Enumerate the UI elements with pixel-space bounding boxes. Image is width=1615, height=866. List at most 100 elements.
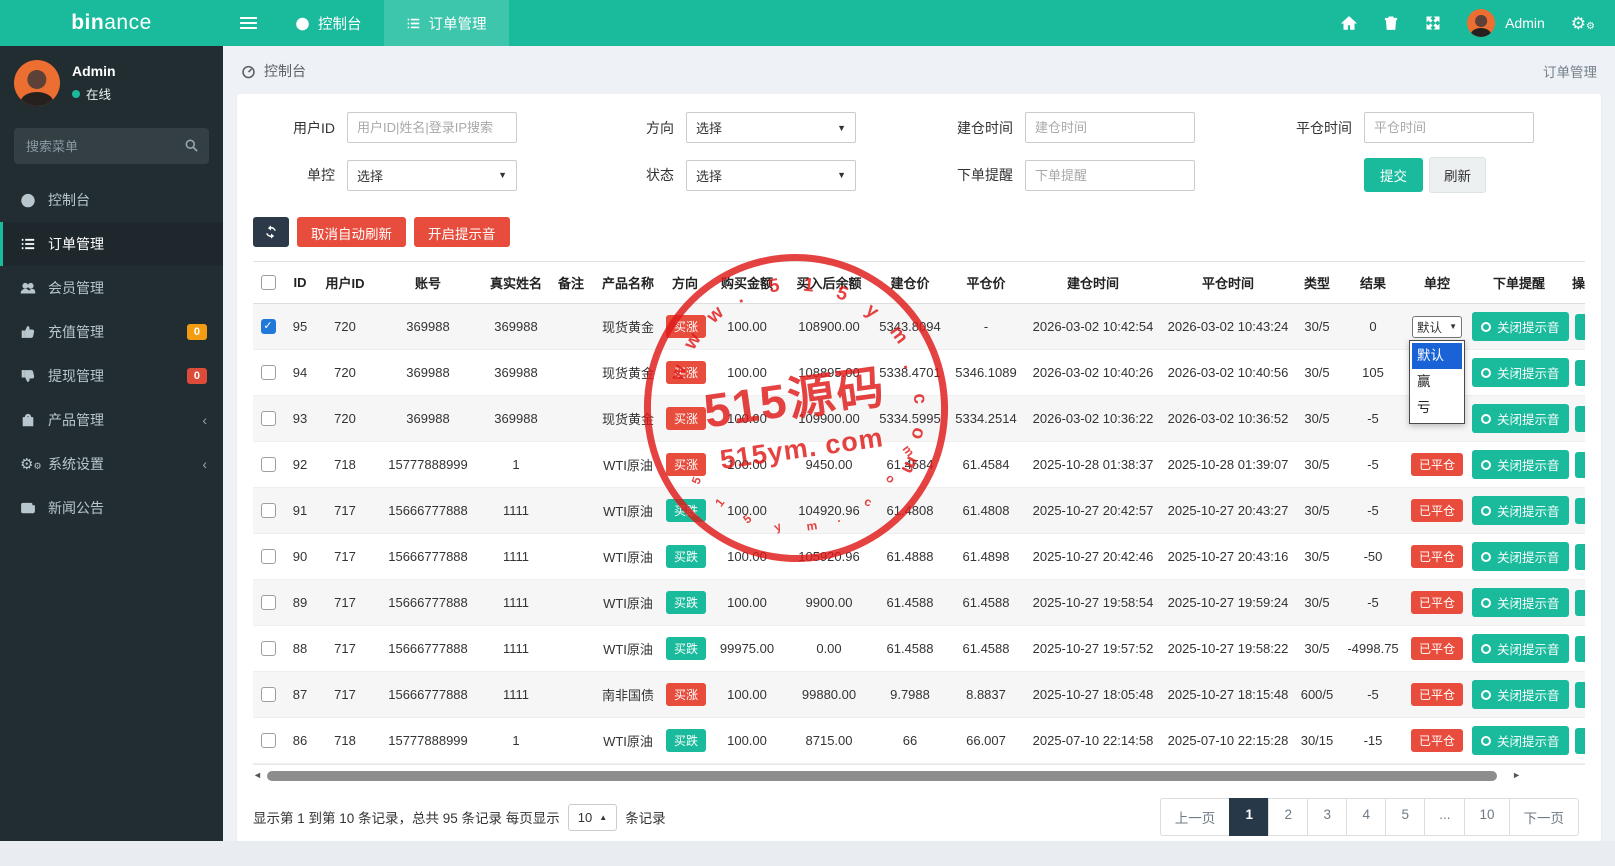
sidebar-item-系统设置[interactable]: ⚙⚙ 系统设置 ‹: [0, 442, 223, 486]
scroll-left-arrow-icon[interactable]: ◄: [253, 770, 262, 780]
horizontal-scrollbar[interactable]: ◄ ►: [253, 770, 1585, 782]
row-checkbox[interactable]: [260, 733, 276, 748]
breadcrumb: 控制台 订单管理: [223, 46, 1615, 94]
search-icon[interactable]: [184, 138, 199, 153]
edit-button[interactable]: ✎: [1575, 635, 1585, 662]
row-checkbox[interactable]: [260, 549, 276, 564]
mute-sound-button[interactable]: 关闭提示音: [1472, 358, 1569, 387]
column-header[interactable]: 产品名称: [593, 261, 663, 304]
mute-sound-button[interactable]: 关闭提示音: [1472, 634, 1569, 663]
direction-select[interactable]: 选择 ▼: [686, 112, 856, 143]
row-checkbox[interactable]: [260, 595, 276, 610]
scroll-right-arrow-icon[interactable]: ►: [1512, 770, 1521, 780]
pagination-page[interactable]: 10: [1464, 798, 1510, 836]
menu-search-input[interactable]: [14, 128, 209, 164]
edit-button[interactable]: ✎: [1575, 543, 1585, 570]
column-header[interactable]: 账号: [373, 261, 483, 304]
cancel-auto-refresh-button[interactable]: 取消自动刷新: [297, 217, 406, 247]
control-select[interactable]: 默认 ▼: [1412, 315, 1462, 338]
row-checkbox[interactable]: [260, 503, 276, 518]
row-checkbox[interactable]: ✓: [260, 319, 276, 334]
edit-button[interactable]: ✎: [1575, 497, 1585, 524]
column-header[interactable]: 平仓价: [949, 261, 1023, 304]
mute-sound-button[interactable]: 关闭提示音: [1472, 450, 1569, 479]
status-select[interactable]: 选择 ▼: [686, 159, 856, 191]
column-header[interactable]: 结果: [1341, 261, 1405, 304]
auto-refresh-button[interactable]: [253, 217, 289, 247]
home-icon[interactable]: [1341, 15, 1358, 31]
column-header[interactable]: 建仓时间: [1023, 261, 1163, 304]
control-option[interactable]: 默认: [1412, 342, 1462, 369]
user-id-input[interactable]: [347, 112, 517, 143]
mute-sound-button[interactable]: 关闭提示音: [1472, 542, 1569, 571]
sidebar-item-提现管理[interactable]: 提现管理 0: [0, 354, 223, 398]
pagination-page[interactable]: 4: [1346, 798, 1387, 836]
column-header[interactable]: 类型: [1293, 261, 1341, 304]
edit-button[interactable]: ✎: [1575, 727, 1585, 754]
column-header[interactable]: ID: [283, 261, 317, 304]
enable-sound-button[interactable]: 开启提示音: [414, 217, 510, 247]
refresh-button[interactable]: 刷新: [1429, 157, 1486, 193]
mute-sound-button[interactable]: 关闭提示音: [1472, 588, 1569, 617]
sidebar-item-控制台[interactable]: 控制台: [0, 178, 223, 222]
open-time-input[interactable]: [1025, 112, 1195, 143]
pagination-next[interactable]: 下一页: [1508, 798, 1579, 836]
column-header[interactable]: 真实姓名: [483, 261, 549, 304]
column-header[interactable]: 备注: [549, 261, 593, 304]
select-all-checkbox[interactable]: [260, 275, 276, 290]
user-menu[interactable]: Admin: [1467, 9, 1545, 37]
mute-sound-button[interactable]: 关闭提示音: [1472, 404, 1569, 433]
row-checkbox[interactable]: [260, 365, 276, 380]
edit-button[interactable]: ✎: [1575, 589, 1585, 616]
brand-logo[interactable]: bin ance: [0, 0, 223, 46]
control-option[interactable]: 赢: [1412, 369, 1462, 395]
trash-icon[interactable]: [1383, 15, 1399, 31]
pagination-page[interactable]: 1: [1229, 798, 1270, 836]
row-checkbox[interactable]: [260, 457, 276, 472]
pagination-page[interactable]: 3: [1307, 798, 1348, 836]
sidebar-item-会员管理[interactable]: 会员管理: [0, 266, 223, 310]
mute-sound-button[interactable]: 关闭提示音: [1472, 312, 1569, 341]
scrollbar-thumb[interactable]: [267, 771, 1497, 781]
edit-button[interactable]: ✎: [1575, 359, 1585, 386]
pagination-page[interactable]: 5: [1385, 798, 1426, 836]
fullscreen-icon[interactable]: [1425, 15, 1441, 31]
row-checkbox[interactable]: [260, 411, 276, 426]
close-time-input[interactable]: [1364, 112, 1534, 143]
pagination-page[interactable]: 2: [1268, 798, 1309, 836]
sidebar-item-新闻公告[interactable]: 新闻公告: [0, 486, 223, 530]
edit-button[interactable]: ✎: [1575, 451, 1585, 478]
column-header[interactable]: 方向: [663, 261, 707, 304]
remind-input[interactable]: [1025, 159, 1195, 191]
mute-sound-button[interactable]: 关闭提示音: [1472, 496, 1569, 525]
sidebar-item-充值管理[interactable]: 充值管理 0: [0, 310, 223, 354]
pagination-page[interactable]: ...: [1424, 798, 1466, 836]
hamburger-menu-icon[interactable]: [223, 0, 273, 46]
row-checkbox[interactable]: [260, 641, 276, 656]
control-option[interactable]: 亏: [1412, 395, 1462, 421]
top-nav-active-item[interactable]: 订单管理: [383, 0, 509, 46]
control-filter-select[interactable]: 选择 ▼: [347, 159, 517, 191]
column-header[interactable]: 单控: [1405, 261, 1469, 304]
edit-button[interactable]: ✎: [1575, 313, 1585, 340]
column-header[interactable]: 下单提醒: [1469, 261, 1569, 304]
pagination-prev[interactable]: 上一页: [1159, 798, 1231, 836]
cell-open: 66: [871, 717, 949, 764]
column-header[interactable]: 购买金额: [707, 261, 787, 304]
mute-sound-button[interactable]: 关闭提示音: [1472, 680, 1569, 709]
sidebar-item-产品管理[interactable]: 产品管理 ‹: [0, 398, 223, 442]
settings-gears-icon[interactable]: ⚙⚙: [1571, 15, 1595, 32]
row-checkbox[interactable]: [260, 687, 276, 702]
submit-button[interactable]: 提交: [1364, 158, 1423, 192]
column-header[interactable]: 平仓时间: [1163, 261, 1293, 304]
page-size-select[interactable]: 10 ▲: [567, 803, 618, 831]
column-header[interactable]: 用户ID: [317, 261, 373, 304]
column-header[interactable]: 买入后余额: [787, 261, 871, 304]
cell-uid: 717: [317, 625, 373, 672]
sidebar-item-订单管理[interactable]: 订单管理: [0, 222, 223, 266]
mute-sound-button[interactable]: 关闭提示音: [1472, 726, 1569, 755]
top-nav-item[interactable]: 控制台: [273, 0, 384, 46]
edit-button[interactable]: ✎: [1575, 681, 1585, 708]
column-header[interactable]: 建仓价: [871, 261, 949, 304]
edit-button[interactable]: ✎: [1575, 405, 1585, 432]
